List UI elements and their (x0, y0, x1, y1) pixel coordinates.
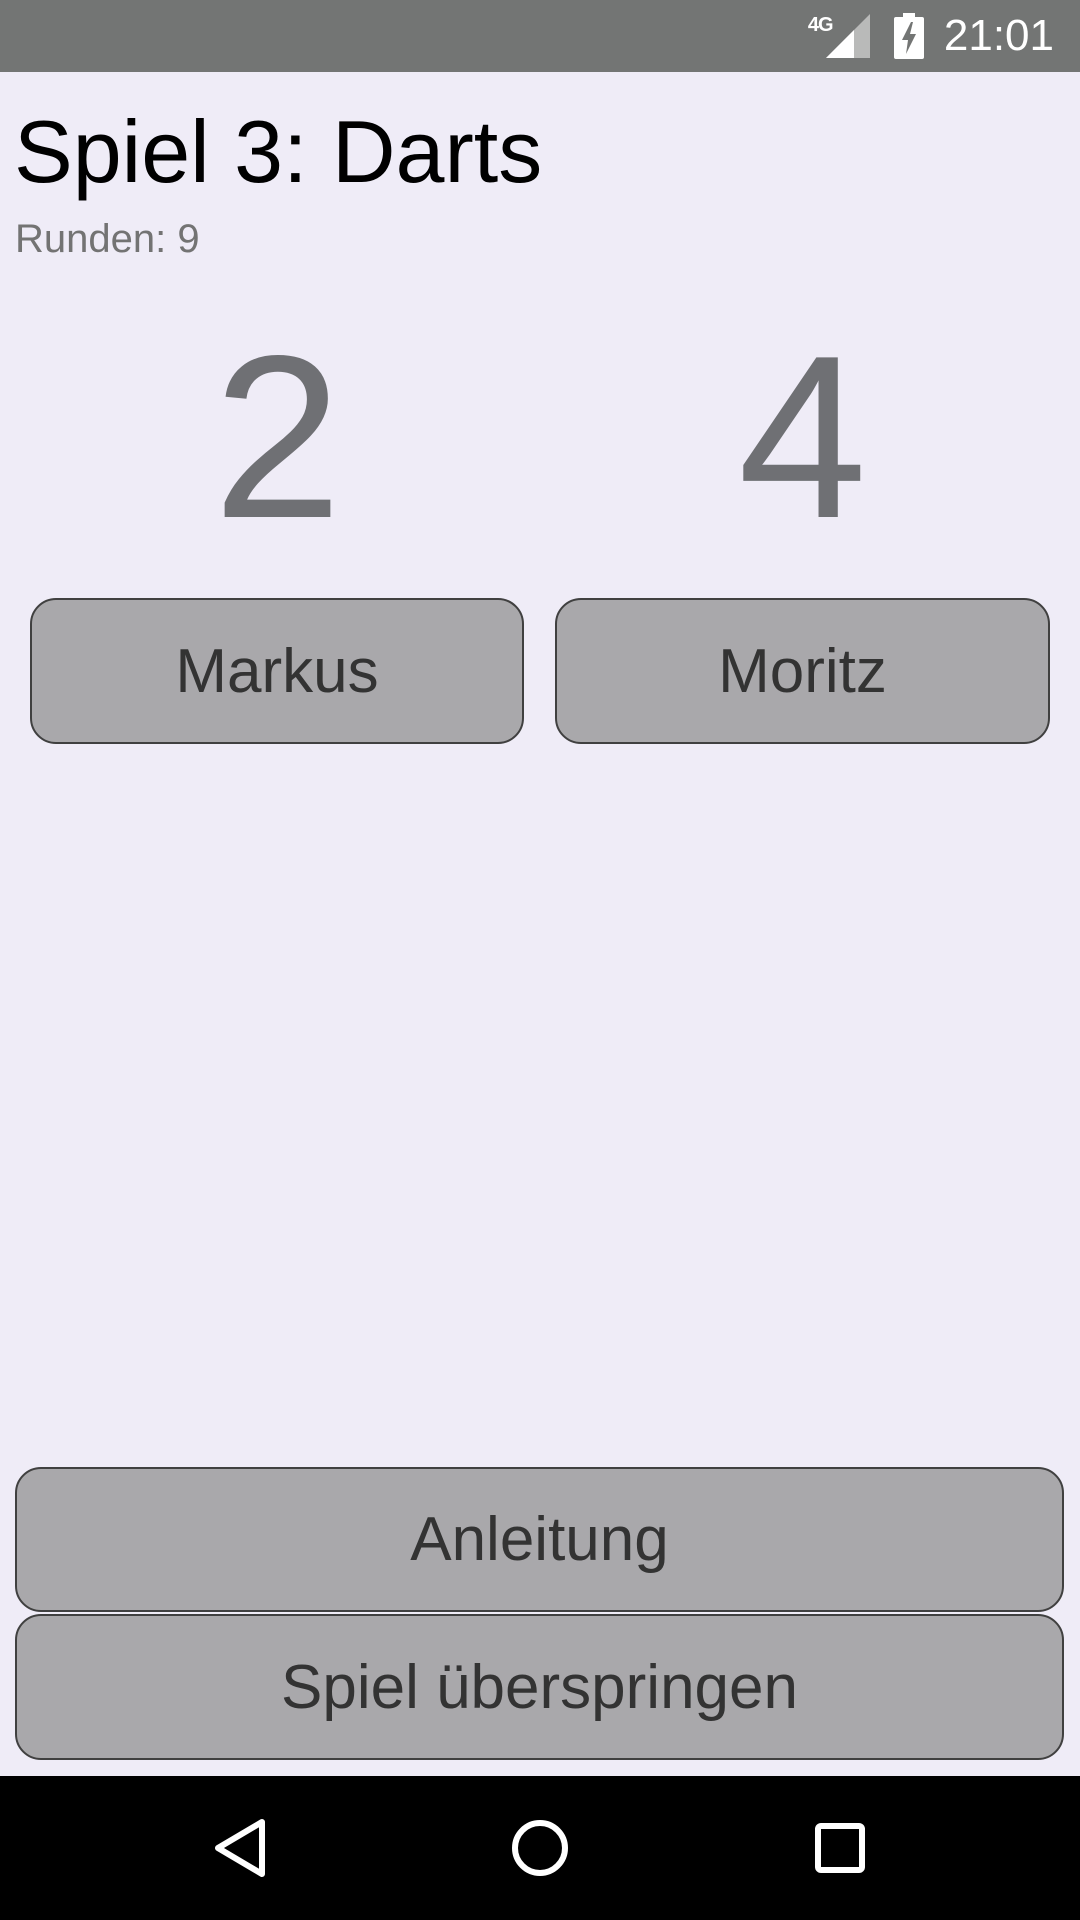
back-button[interactable] (168, 1776, 312, 1920)
navigation-bar (0, 1776, 1080, 1920)
home-button[interactable] (468, 1776, 612, 1920)
rounds-count: Runden: 9 (15, 217, 200, 261)
status-icons: 4G 21:01 (808, 0, 1080, 72)
skip-game-button[interactable]: Spiel überspringen (15, 1614, 1064, 1760)
battery-charging-icon (893, 13, 924, 59)
page-title: Spiel 3: Darts (14, 102, 543, 201)
back-icon (215, 1819, 265, 1877)
network-indicator: 4G (808, 14, 870, 58)
clock: 21:01 (943, 11, 1054, 60)
recent-apps-icon (815, 1823, 865, 1873)
game-screen: 4G 21:01 Spiel 3: Darts Runden: 9 2 4 Ma… (0, 0, 1080, 1920)
recent-apps-button[interactable] (768, 1776, 912, 1920)
instructions-button[interactable]: Anleitung (15, 1467, 1064, 1612)
status-bar: 4G 21:01 (0, 0, 1080, 72)
player-2-button[interactable]: Moritz (555, 598, 1050, 744)
player-1-score: 2 (212, 308, 343, 567)
player-2-score: 4 (737, 308, 868, 567)
home-icon (512, 1820, 568, 1876)
signal-icon (825, 14, 870, 58)
player-1-button[interactable]: Markus (30, 598, 524, 744)
